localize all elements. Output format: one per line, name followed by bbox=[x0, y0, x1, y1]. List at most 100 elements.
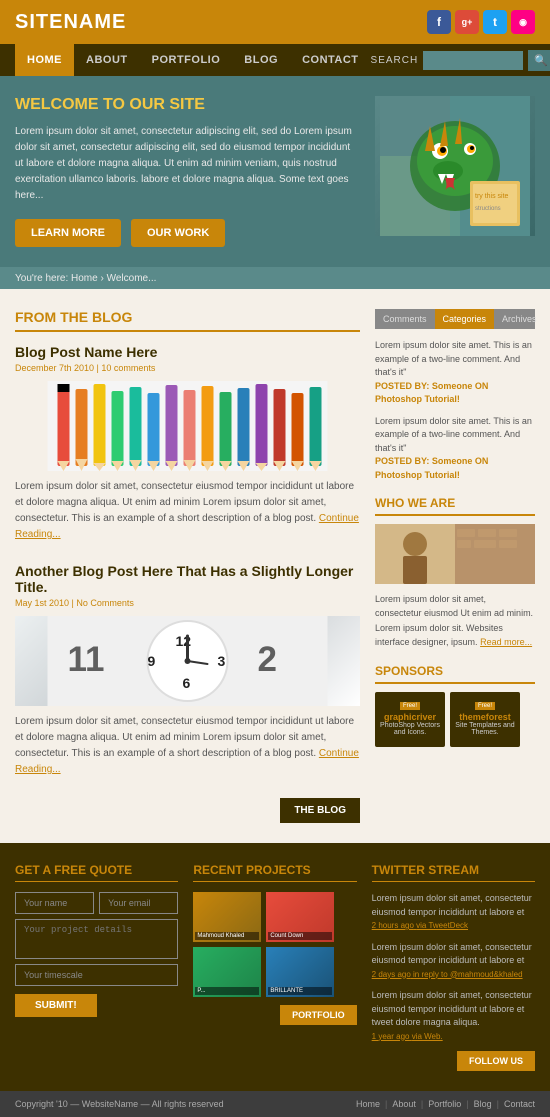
blog-section: FROM THE BLOG Blog Post Name Here Decemb… bbox=[15, 309, 360, 823]
site-name: SITENAME bbox=[15, 11, 126, 34]
breadcrumb-bar: You're here: Home › Welcome... bbox=[0, 267, 550, 289]
blog-post-2: Another Blog Post Here That Has a Slight… bbox=[15, 563, 360, 778]
sidebar: Comments Categories Archives Lorem ipsum… bbox=[375, 309, 535, 823]
project-grid: Mahmoud Khaled Count Down P... BRILLANTE bbox=[193, 892, 356, 997]
twitter-post-2: Lorem ipsum dolor sit amet, consectetur … bbox=[372, 941, 535, 982]
footer-link-blog[interactable]: Blog bbox=[474, 1099, 492, 1109]
twitter-time-2[interactable]: 2 days ago in reply to @mahmoud&khaled bbox=[372, 970, 523, 979]
sponsor-2-name: themeforest bbox=[459, 712, 511, 722]
project-thumb-2[interactable]: Count Down bbox=[266, 892, 334, 942]
who-we-are-title: WHO WE ARE bbox=[375, 496, 535, 516]
blog-post-2-image: 12 3 6 9 11 2 bbox=[15, 616, 360, 706]
sponsor-1-name: graphicriver bbox=[384, 712, 436, 722]
search-input[interactable] bbox=[423, 51, 523, 70]
googleplus-icon[interactable]: g+ bbox=[455, 10, 479, 34]
nav-about[interactable]: ABOUT bbox=[74, 44, 140, 76]
nav-portfolio[interactable]: PORTFOLIO bbox=[140, 44, 233, 76]
nav-links: HOME ABOUT PORTFOLIO BLOG CONTACT bbox=[15, 44, 371, 76]
svg-text:try this site: try this site bbox=[475, 193, 509, 200]
timescale-input[interactable] bbox=[15, 964, 178, 986]
hero-image: try this site structions bbox=[375, 96, 535, 236]
twitter-post-1: Lorem ipsum dolor sit amet, consectetur … bbox=[372, 892, 535, 933]
twitter-time-3[interactable]: 1 year ago via Web. bbox=[372, 1032, 443, 1041]
project-thumb-1[interactable]: Mahmoud Khaled bbox=[193, 892, 261, 942]
twitter-section: TWITTER STREAM Lorem ipsum dolor sit ame… bbox=[372, 863, 535, 1071]
project-3-name: P... bbox=[195, 987, 259, 995]
bottom-section: GET A FREE QUOTE SUBMIT! RECENT PROJECTS… bbox=[0, 843, 550, 1091]
portfolio-button[interactable]: PORTFOLIO bbox=[280, 1005, 357, 1025]
our-work-button[interactable]: OUR WORK bbox=[131, 219, 225, 247]
blog-post-1-meta: December 7th 2010 | 10 comments bbox=[15, 363, 360, 373]
facebook-icon[interactable]: f bbox=[427, 10, 451, 34]
breadcrumb: You're here: Home › Welcome... bbox=[15, 273, 156, 284]
sponsor-2[interactable]: Free! themeforest Site Templates and The… bbox=[450, 692, 520, 747]
twitter-icon[interactable]: t bbox=[483, 10, 507, 34]
svg-text:11: 11 bbox=[68, 640, 105, 679]
blog-post-2-title: Another Blog Post Here That Has a Slight… bbox=[15, 563, 360, 595]
nav-home[interactable]: HOME bbox=[15, 44, 74, 76]
submit-button[interactable]: SUBMIT! bbox=[15, 994, 97, 1017]
follow-btn-wrap: FOLLOW US bbox=[372, 1051, 535, 1071]
sidebar-comment-1: Lorem ipsum dolor site amet. This is an … bbox=[375, 339, 535, 407]
twitter-time-1[interactable]: 2 hours ago via TweetDeck bbox=[372, 921, 468, 930]
svg-text:3: 3 bbox=[218, 653, 226, 669]
sponsor-2-tag: Free! bbox=[475, 702, 495, 710]
footer-copyright: Copyright '10 — WebsiteName — All rights… bbox=[15, 1099, 224, 1109]
project-2-name: Count Down bbox=[268, 932, 332, 940]
search-button[interactable]: 🔍 bbox=[528, 50, 550, 71]
sidebar-comment-2: Lorem ipsum dolor site amet. This is an … bbox=[375, 415, 535, 483]
the-blog-button[interactable]: THE BLOG bbox=[280, 798, 360, 823]
twitter-title: TWITTER STREAM bbox=[372, 863, 535, 882]
nav-contact[interactable]: CONTACT bbox=[290, 44, 370, 76]
flickr-icon[interactable]: ◉ bbox=[511, 10, 535, 34]
header: SITENAME f g+ t ◉ bbox=[0, 0, 550, 44]
navigation: HOME ABOUT PORTFOLIO BLOG CONTACT SEARCH… bbox=[0, 44, 550, 76]
svg-text:2: 2 bbox=[258, 640, 277, 679]
social-icons: f g+ t ◉ bbox=[427, 10, 535, 34]
sponsor-images: Free! graphicriver PhotoShop Vectors and… bbox=[375, 692, 535, 747]
footer-link-home[interactable]: Home bbox=[356, 1099, 380, 1109]
projects-title: RECENT PROJECTS bbox=[193, 863, 356, 882]
footer-link-portfolio[interactable]: Portfolio bbox=[428, 1099, 461, 1109]
blog-section-title: FROM THE BLOG bbox=[15, 309, 360, 332]
sponsor-1-tag: Free! bbox=[400, 702, 420, 710]
quote-title: GET A FREE QUOTE bbox=[15, 863, 178, 882]
project-details-input[interactable] bbox=[15, 919, 178, 959]
hero-section: WELCOME TO OUR SITE Lorem ipsum dolor si… bbox=[0, 76, 550, 267]
blog-post-2-body: Lorem ipsum dolor sit amet, consectetur … bbox=[15, 714, 360, 778]
footer-link-about[interactable]: About bbox=[392, 1099, 416, 1109]
learn-more-button[interactable]: LEARN MORE bbox=[15, 219, 121, 247]
footer: Copyright '10 — WebsiteName — All rights… bbox=[0, 1091, 550, 1117]
search-label: SEARCH bbox=[371, 55, 419, 66]
follow-button[interactable]: FOLLOW US bbox=[457, 1051, 535, 1071]
hero-buttons: LEARN MORE OUR WORK bbox=[15, 219, 360, 247]
projects-section: RECENT PROJECTS Mahmoud Khaled Count Dow… bbox=[193, 863, 356, 1071]
sponsor-1[interactable]: Free! graphicriver PhotoShop Vectors and… bbox=[375, 692, 445, 747]
main-content: FROM THE BLOG Blog Post Name Here Decemb… bbox=[0, 289, 550, 843]
hero-text: WELCOME TO OUR SITE Lorem ipsum dolor si… bbox=[15, 96, 360, 247]
project-thumb-3[interactable]: P... bbox=[193, 947, 261, 997]
form-name-email-row bbox=[15, 892, 178, 914]
email-input[interactable] bbox=[99, 892, 178, 914]
svg-text:9: 9 bbox=[148, 653, 156, 669]
blog-post-1: Blog Post Name Here December 7th 2010 | … bbox=[15, 344, 360, 543]
sponsor-1-sub: PhotoShop Vectors and Icons. bbox=[379, 722, 441, 736]
footer-link-contact[interactable]: Contact bbox=[504, 1099, 535, 1109]
who-we-are-image bbox=[375, 524, 535, 584]
blog-post-1-body: Lorem ipsum dolor sit amet, consectetur … bbox=[15, 479, 360, 543]
tab-categories[interactable]: Categories bbox=[435, 309, 495, 329]
who-we-are-body: Lorem ipsum dolor sit amet, consectetur … bbox=[375, 592, 535, 650]
name-input[interactable] bbox=[15, 892, 94, 914]
portfolio-btn-wrap: PORTFOLIO bbox=[193, 1005, 356, 1025]
hero-body: Lorem ipsum dolor sit amet, consectetur … bbox=[15, 124, 360, 204]
blog-post-2-meta: May 1st 2010 | No Comments bbox=[15, 598, 360, 608]
project-thumb-4[interactable]: BRILLANTE bbox=[266, 947, 334, 997]
svg-text:6: 6 bbox=[183, 675, 191, 691]
blog-post-1-title: Blog Post Name Here bbox=[15, 344, 360, 360]
read-more-link[interactable]: Read more... bbox=[480, 637, 532, 647]
nav-blog[interactable]: BLOG bbox=[232, 44, 290, 76]
hero-img-placeholder: try this site structions bbox=[375, 96, 535, 236]
tab-archives[interactable]: Archives bbox=[494, 309, 545, 329]
comment-1-posted: POSTED BY: Someone ON Photoshop Tutorial… bbox=[375, 381, 488, 405]
tab-comments[interactable]: Comments bbox=[375, 309, 435, 329]
